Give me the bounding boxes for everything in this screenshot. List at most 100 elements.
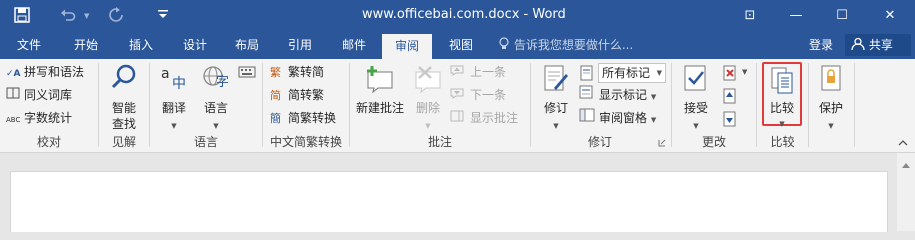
show-comments-button[interactable]: 显示批注 (450, 108, 518, 128)
maximize-button[interactable]: ☐ (819, 0, 865, 31)
svg-text:a: a (161, 66, 170, 82)
share-label: 共享 (868, 38, 893, 52)
group-label-proofing: 校对 (36, 135, 61, 149)
language-dropdown-icon: ▼ (213, 122, 219, 130)
share-button[interactable]: 共享 (845, 34, 911, 56)
chinese-conversion-button[interactable]: 簡简繁转换 (270, 108, 336, 128)
show-comments-label: 显示批注 (470, 111, 519, 125)
tab-review[interactable]: 审阅 (382, 34, 432, 59)
reviewing-pane-button[interactable]: 审阅窗格 ▼ (579, 108, 656, 128)
chinese-conversion-icon: 簡 (270, 112, 281, 125)
smart-lookup-button[interactable]: 智能 查找 (102, 62, 146, 131)
track-changes-button[interactable]: 修订 ▼ (536, 62, 576, 130)
language-icon: 字 (201, 64, 233, 92)
previous-comment-button[interactable]: 上一条 (450, 62, 506, 82)
language-label: 语言 (203, 101, 228, 115)
ribbon-display-icon: ⊡ (744, 8, 756, 23)
group-label-compare: 比较 (770, 135, 795, 149)
word-count-icon: ABC (6, 116, 21, 124)
previous-comment-label: 上一条 (470, 65, 507, 79)
tab-layout[interactable]: 布局 (222, 31, 272, 59)
tab-view[interactable]: 视图 (436, 31, 486, 59)
to-traditional-label: 简转繁 (288, 88, 325, 102)
accept-label: 接受 (683, 101, 708, 115)
previous-change-icon[interactable] (722, 88, 738, 104)
thesaurus-icon (6, 85, 24, 105)
translate-label: 翻译 (161, 101, 186, 115)
reject-dropdown-icon[interactable]: ▼ (742, 68, 747, 76)
show-markup-label: 显示标记 (599, 88, 648, 102)
tab-home[interactable]: 开始 (60, 31, 112, 59)
translate-dropdown-icon: ▼ (171, 122, 177, 130)
tab-references[interactable]: 引用 (274, 31, 326, 59)
customize-qat-icon[interactable] (156, 7, 170, 21)
compare-label: 比较 (769, 101, 794, 115)
protect-label: 保护 (818, 101, 843, 115)
title-bar: ▼ www.officebai.com.docx - Word ⊡ — ☐ ✕ (0, 0, 915, 31)
new-comment-button[interactable]: 新建批注 (352, 62, 408, 130)
collapse-ribbon-icon[interactable] (898, 136, 908, 146)
close-icon: ✕ (884, 8, 896, 23)
vertical-scrollbar[interactable] (897, 153, 915, 231)
svg-text:中: 中 (172, 76, 186, 92)
group-separator (854, 63, 855, 147)
undo-dropdown-icon[interactable]: ▼ (84, 12, 89, 20)
smart-lookup-icon (111, 64, 137, 90)
window-title: www.officebai.com.docx - Word (362, 7, 566, 22)
accept-dropdown-icon: ▼ (693, 122, 699, 130)
accept-icon (682, 64, 710, 94)
show-comments-icon (450, 108, 470, 128)
redo-icon[interactable] (108, 7, 124, 23)
tracking-options-launcher-icon[interactable] (658, 136, 666, 147)
group-label-comments: 批注 (427, 135, 452, 149)
markup-select-chevron-icon: ▼ (656, 69, 662, 77)
to-simplified-button[interactable]: 繁繁转简 (270, 62, 324, 82)
reviewing-pane-dropdown-icon: ▼ (650, 116, 657, 124)
tell-me-search[interactable]: 告诉我您想要做什么... (498, 31, 633, 59)
reject-icon[interactable] (722, 65, 738, 81)
next-change-icon[interactable] (722, 111, 738, 127)
word-count-label: 字数统计 (24, 111, 73, 125)
undo-icon[interactable] (60, 7, 76, 23)
tab-insert[interactable]: 插入 (114, 31, 168, 59)
sign-in-link[interactable]: 登录 (809, 31, 833, 59)
keyboard-icon[interactable] (238, 65, 256, 79)
to-traditional-button[interactable]: 简简转繁 (270, 85, 324, 105)
close-button[interactable]: ✕ (865, 0, 915, 31)
group-separator (808, 63, 809, 147)
chinese-conversion-label: 简繁转换 (288, 111, 337, 125)
maximize-icon: ☐ (836, 8, 848, 23)
protect-button[interactable]: 保护 ▼ (812, 62, 850, 130)
tab-file[interactable]: 文件 (0, 31, 58, 59)
ribbon-display-options-button[interactable]: ⊡ (727, 0, 773, 31)
tab-mailings[interactable]: 邮件 (328, 31, 380, 59)
accept-button[interactable]: 接受 ▼ (676, 62, 716, 130)
minimize-button[interactable]: — (773, 0, 819, 31)
spelling-grammar-button[interactable]: ✓A 拼写和语法 (6, 62, 84, 82)
markup-display-select[interactable]: 所有标记 ▼ (598, 63, 666, 83)
thesaurus-button[interactable]: 同义词库 (6, 85, 72, 105)
svg-text:字: 字 (216, 75, 229, 90)
smart-lookup-label-2: 查找 (111, 117, 136, 131)
thesaurus-label: 同义词库 (24, 88, 73, 102)
show-markup-button[interactable]: 显示标记 ▼ (579, 85, 656, 105)
document-page[interactable] (10, 171, 888, 232)
compare-button[interactable]: 比较 ▼ (762, 62, 802, 128)
translate-button[interactable]: a中 翻译 ▼ (154, 62, 194, 130)
markup-select-value: 所有标记 (602, 66, 651, 80)
next-comment-button[interactable]: 下一条 (450, 85, 506, 105)
track-changes-dropdown-icon: ▼ (553, 122, 559, 130)
tab-design[interactable]: 设计 (168, 31, 222, 59)
new-comment-label: 新建批注 (355, 101, 404, 115)
review-ribbon: ✓A 拼写和语法 同义词库 ABC 字数统计 校对 智能 查找 见解 a中 翻译 ▼… (0, 59, 915, 153)
document-area (0, 153, 915, 232)
scroll-up-icon[interactable] (902, 157, 910, 168)
show-markup-icon (579, 85, 599, 105)
spelling-icon: ✓A (6, 69, 21, 79)
delete-comment-button[interactable]: 删除 ▼ (410, 62, 446, 130)
save-icon[interactable] (14, 7, 30, 23)
traditional-to-simplified-icon: 繁 (270, 66, 281, 79)
group-label-changes: 更改 (701, 135, 726, 149)
word-count-button[interactable]: ABC 字数统计 (6, 108, 72, 128)
language-button[interactable]: 字 语言 ▼ (196, 62, 236, 130)
